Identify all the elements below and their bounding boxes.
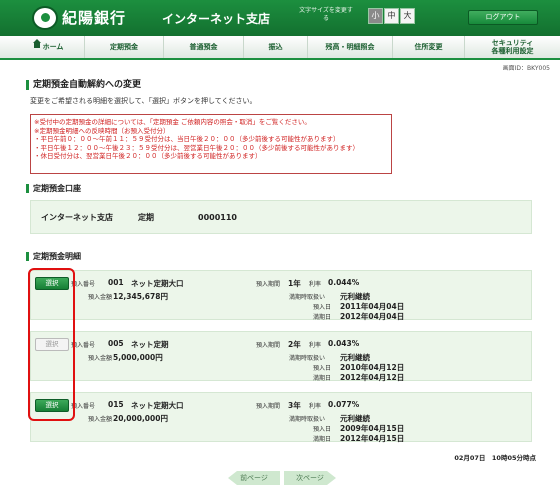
period-label: 預入期間: [256, 403, 281, 410]
font-size-large-button[interactable]: 大: [400, 8, 415, 24]
nav-home[interactable]: ホーム: [0, 36, 85, 58]
account-box: インターネット支店 定期 0000110: [30, 200, 532, 234]
font-size-medium-button[interactable]: 中: [384, 8, 399, 24]
notice-box: ※受付中の定期預金の詳細については、「定期預金 ご依頼内容の照会・取消」をご覧く…: [30, 114, 392, 174]
account-branch: インターネット支店: [41, 212, 113, 222]
rate: 0.044%: [328, 278, 360, 287]
maturity-handling-label: 満期時取扱い: [289, 416, 326, 423]
maturity-date-label: 満期日: [313, 314, 332, 321]
font-size-label: 文字サイズを変更する: [299, 7, 353, 22]
rate-label: 利率: [309, 403, 322, 410]
period-label: 預入期間: [256, 281, 281, 288]
amount: 12,345,678円: [113, 292, 168, 301]
as-of-datetime: 02月07日 10時05分時点: [454, 454, 536, 462]
account-type: 定期: [138, 212, 154, 222]
notice-line: ※受付中の定期預金の詳細については、「定期預金 ご依頼内容の照会・取消」をご覧く…: [34, 118, 311, 126]
deposit-date-label: 預入日: [313, 426, 332, 433]
maturity-date: 2012年04月12日: [340, 373, 405, 382]
amount-label: 預入金額: [88, 416, 113, 423]
rate-label: 利率: [309, 342, 322, 349]
maturity-date: 2012年04月15日: [340, 434, 405, 443]
screen-id: 画面ID：BKY005: [502, 65, 550, 72]
deposit-row: 選択 預入番号 001 ネット定期大口 預入金額 12,345,678円 預入期…: [30, 270, 532, 321]
product-name: ネット定期大口: [131, 401, 184, 410]
font-size-small-button[interactable]: 小: [368, 8, 383, 24]
deposit-no: 015: [108, 400, 124, 409]
period-label: 預入期間: [256, 342, 281, 349]
main-nav: ホーム 定期預金 普通預金 振込 残高・明細照会 住所変更 セキュリティ 各種利…: [0, 36, 560, 60]
product-name: ネット定期大口: [131, 279, 184, 288]
logout-button[interactable]: ログアウト: [468, 10, 538, 25]
period: 2年: [288, 340, 301, 349]
nav-home-label: ホーム: [42, 43, 64, 51]
amount: 5,000,000円: [113, 353, 163, 362]
bank-name: 紀陽銀行: [62, 9, 127, 27]
nav-transfer[interactable]: 振込: [244, 36, 308, 58]
account-number: 0000110: [198, 212, 237, 222]
notice-line: ・平日午前０：００〜午前１１：５９受付分は、当日午後２０：００（多少前後する可能…: [34, 135, 340, 144]
maturity-date: 2012年04月04日: [340, 312, 405, 321]
maturity-handling-label: 満期時取扱い: [289, 294, 326, 301]
amount: 20,000,000円: [113, 414, 168, 423]
site-name: インターネット支店: [162, 12, 271, 26]
select-column-highlight: [28, 268, 75, 421]
amount-label: 預入金額: [88, 294, 113, 301]
maturity-handling-label: 満期時取扱い: [289, 355, 326, 362]
home-icon: [33, 39, 41, 50]
site-header: 紀陽銀行 インターネット支店 文字サイズを変更する 小 中 大 ログアウト: [0, 0, 560, 36]
amount-label: 預入金額: [88, 355, 113, 362]
maturity-date-label: 満期日: [313, 375, 332, 382]
next-page-button[interactable]: 次ページ: [284, 471, 336, 485]
nav-time-deposit[interactable]: 定期預金: [85, 36, 164, 58]
deposit-row: 選択 預入番号 015 ネット定期大口 預入金額 20,000,000円 預入期…: [30, 392, 532, 443]
period: 3年: [288, 401, 301, 410]
deposit-date-label: 預入日: [313, 365, 332, 372]
deposit-no: 005: [108, 339, 124, 348]
details-section-title: 定期預金明細: [26, 252, 81, 261]
bank-logo-icon: [32, 6, 58, 30]
page-description: 変更をご希望される明細を選択して、「選択」ボタンを押してください。: [30, 97, 257, 105]
product-name: ネット定期: [131, 340, 169, 349]
prev-page-button[interactable]: 前ページ: [228, 471, 280, 485]
nav-address-change[interactable]: 住所変更: [393, 36, 465, 58]
notice-line: ※定期預金明細への反映時間（お預入受付分）: [34, 126, 170, 135]
rate-label: 利率: [309, 281, 322, 288]
nav-balance-inquiry[interactable]: 残高・明細照会: [308, 36, 393, 58]
page-title: 定期預金自動解約への変更: [26, 80, 141, 90]
nav-security-settings[interactable]: セキュリティ 各種利用設定: [465, 36, 560, 58]
deposit-date-label: 預入日: [313, 304, 332, 311]
maturity-date-label: 満期日: [313, 436, 332, 443]
account-section-title: 定期預金口座: [26, 184, 81, 193]
deposit-row: 選択 預入番号 005 ネット定期 預入金額 5,000,000円 預入期間 2…: [30, 331, 532, 382]
deposit-no: 001: [108, 278, 124, 287]
nav-ordinary-deposit[interactable]: 普通預金: [164, 36, 244, 58]
notice-line: ・休日受付分は、翌営業日午後２０：００（多少前後する可能性があります）: [34, 152, 262, 161]
rate: 0.043%: [328, 339, 360, 348]
rate: 0.077%: [328, 400, 360, 409]
period: 1年: [288, 279, 301, 288]
